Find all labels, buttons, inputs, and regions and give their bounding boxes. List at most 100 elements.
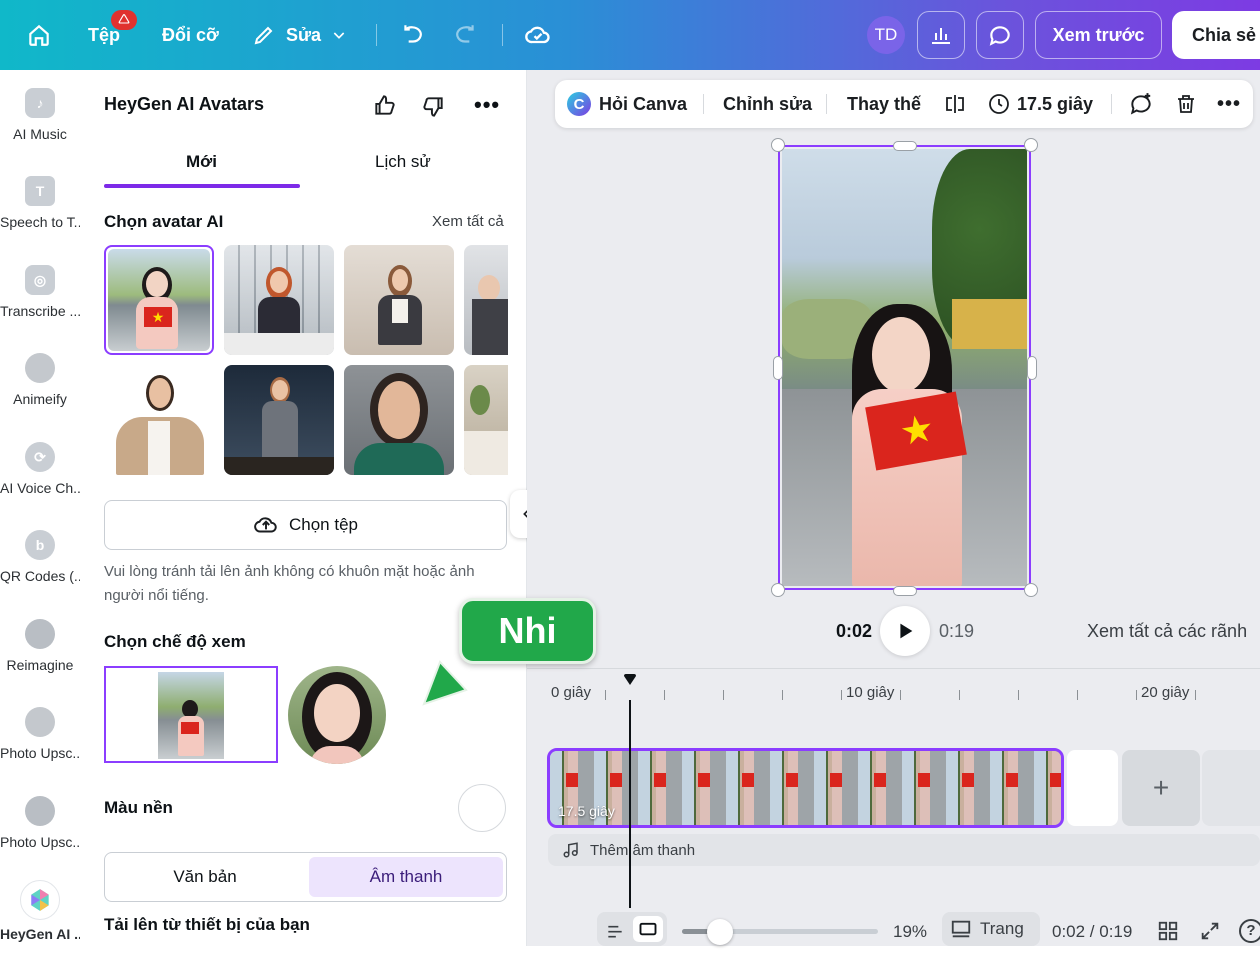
resize-menu[interactable]: Đổi cỡ <box>162 0 219 70</box>
resize-handle[interactable] <box>1024 138 1038 152</box>
avatar-thumb-partial[interactable] <box>464 245 508 355</box>
avatar-thumb[interactable] <box>344 245 454 355</box>
preview-button[interactable]: Xem trước <box>1035 11 1162 59</box>
rail-item-photo-upscaler[interactable]: Photo Upsc... <box>0 689 80 777</box>
zoom-level: 19% <box>893 922 928 941</box>
rail-item-reimagine[interactable]: Reimagine <box>0 601 80 689</box>
timeline-view-button[interactable] <box>633 916 663 942</box>
voice-changer-icon: ⟳ <box>25 442 55 472</box>
empty-clip-slot[interactable] <box>1067 750 1118 826</box>
edit-label: Sửa <box>286 24 322 45</box>
rail-item-label: Animeify <box>13 391 67 407</box>
resize-handle[interactable] <box>893 141 917 151</box>
notes-view-button[interactable] <box>605 920 625 945</box>
delete-button[interactable] <box>1174 80 1198 128</box>
next-page-slot[interactable] <box>1202 750 1260 826</box>
resize-handle[interactable] <box>1024 583 1038 597</box>
top-bar: Tệp 🛆 Đổi cỡ Sửa TD Xem trước Chia sẻ <box>0 0 1260 70</box>
tick-mark <box>664 690 665 700</box>
timeline-view-icon <box>639 922 657 936</box>
tab-history[interactable]: Lịch sử <box>375 152 431 172</box>
rail-item-heygen[interactable]: HeyGen AI ... <box>0 866 80 954</box>
like-button[interactable] <box>372 92 398 123</box>
clock-icon <box>989 94 1009 114</box>
view-mode-fullbody[interactable] <box>104 666 278 763</box>
resize-handle[interactable] <box>773 356 783 380</box>
fullscreen-button[interactable] <box>1199 920 1221 947</box>
avatar-thumb[interactable] <box>224 365 334 475</box>
avatar-photo: ★ <box>782 149 1027 586</box>
zoom-slider-thumb[interactable] <box>707 919 733 945</box>
rail-item-speech-to-text[interactable]: T Speech to T... <box>0 158 80 246</box>
help-icon[interactable]: ? <box>1239 919 1260 943</box>
undo-icon <box>404 25 422 43</box>
add-page-button[interactable]: + <box>1122 750 1200 826</box>
more-options-icon[interactable]: ••• <box>1217 80 1241 128</box>
edit-button[interactable]: Chỉnh sửa <box>723 80 812 128</box>
add-comment-button[interactable] <box>1128 80 1154 128</box>
tab-new[interactable]: Mới <box>186 152 217 172</box>
flip-button[interactable] <box>943 80 967 128</box>
bg-color-title: Màu nền <box>104 798 173 817</box>
playhead[interactable] <box>629 700 631 908</box>
avatar-thumb[interactable] <box>344 365 454 475</box>
video-element[interactable]: ★ <box>778 145 1031 590</box>
rail-item-label: AI Music <box>13 126 67 142</box>
insights-button[interactable] <box>917 11 965 59</box>
thumbs-down-icon <box>423 97 443 117</box>
comments-button[interactable] <box>976 11 1024 59</box>
file-badge: 🛆 <box>111 10 137 30</box>
timeline-top-border <box>527 668 1260 669</box>
rail-item-photo-upscaler-2[interactable]: Photo Upsc... <box>0 778 80 866</box>
canva-logo-icon: C <box>567 92 591 116</box>
resize-handle[interactable] <box>1027 356 1037 380</box>
undo-button[interactable] <box>400 0 426 70</box>
rail-item-label: Reimagine <box>6 657 74 673</box>
view-mode-circle[interactable] <box>288 666 386 764</box>
more-options-icon[interactable]: ••• <box>474 92 500 118</box>
avatar-thumb-partial[interactable] <box>464 365 508 475</box>
bg-color-swatch[interactable] <box>458 784 506 832</box>
edit-menu[interactable]: Sửa <box>252 0 347 70</box>
home-button[interactable] <box>26 0 52 70</box>
choose-file-button[interactable]: Chọn tệp <box>104 500 507 550</box>
user-avatar[interactable]: TD <box>867 16 905 54</box>
divider <box>703 94 704 114</box>
resize-handle[interactable] <box>771 138 785 152</box>
avatar-thumb[interactable] <box>104 365 214 475</box>
segment-text[interactable]: Văn bản <box>105 853 305 901</box>
avatar-thumb-selected[interactable]: ★ <box>104 245 214 355</box>
video-clip-track[interactable]: 17.5 giây <box>547 748 1064 828</box>
notes-icon <box>608 925 622 938</box>
rail-item-ai-music[interactable]: ♪ AI Music <box>0 70 80 158</box>
rail-item-transcribe[interactable]: ◎ Transcribe ... <box>0 247 80 335</box>
flip-icon <box>946 95 964 113</box>
resize-handle[interactable] <box>893 586 917 596</box>
duration-button[interactable]: 17.5 giây <box>987 80 1093 128</box>
total-time: 0:19 <box>939 620 975 641</box>
cloud-saved-status[interactable] <box>524 0 552 70</box>
playhead-knob[interactable] <box>623 673 637 685</box>
grid-view-button[interactable] <box>1157 920 1179 947</box>
play-button[interactable] <box>880 606 930 656</box>
segment-audio[interactable]: Âm thanh <box>309 857 503 897</box>
replace-button[interactable]: Thay thế <box>847 80 921 128</box>
redo-button[interactable] <box>452 0 478 70</box>
resize-handle[interactable] <box>771 583 785 597</box>
see-all-link[interactable]: Xem tất cả <box>432 213 504 230</box>
rail-item-qr-codes[interactable]: b QR Codes (... <box>0 512 80 600</box>
dislike-button[interactable] <box>420 94 446 125</box>
ask-canva-button[interactable]: C Hỏi Canva <box>567 80 687 128</box>
thumbs-up-icon <box>375 95 395 115</box>
pages-button[interactable]: Trang <box>942 912 1040 946</box>
rail-item-label: Transcribe ... <box>0 303 80 319</box>
share-button[interactable]: Chia sẻ <box>1172 11 1260 59</box>
rail-item-ai-voice-changer[interactable]: ⟳ AI Voice Ch... <box>0 424 80 512</box>
rail-item-animeify[interactable]: Animeify <box>0 335 80 423</box>
avatar-thumb[interactable] <box>224 245 334 355</box>
add-audio-track[interactable]: Thêm âm thanh <box>548 834 1260 866</box>
divider <box>1111 94 1112 114</box>
upload-device-title: Tải lên từ thiết bị của bạn <box>104 915 310 934</box>
see-all-tracks-link[interactable]: Xem tất cả các rãnh <box>1087 606 1247 656</box>
share-label: Chia sẻ <box>1192 24 1257 45</box>
